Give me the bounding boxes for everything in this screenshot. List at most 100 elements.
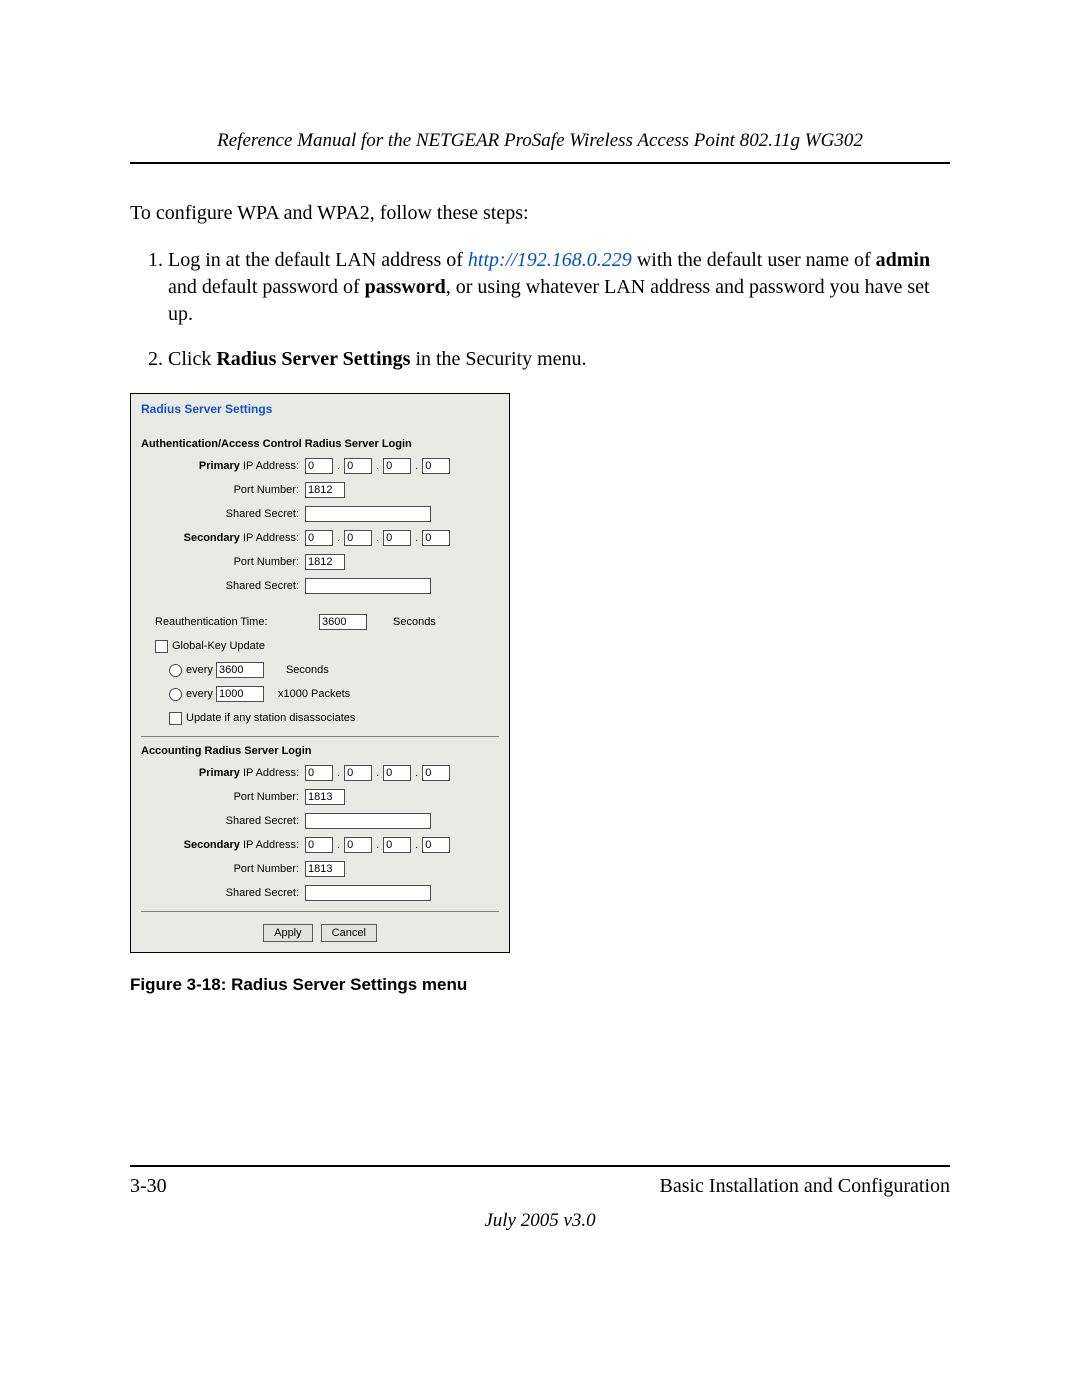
step1-pre: Log in at the default LAN address of — [168, 249, 468, 271]
acct-primary-label: Primary — [199, 767, 240, 779]
step2-pre: Click — [168, 348, 216, 370]
acct-secondary-port-input[interactable] — [305, 861, 345, 877]
primary-label: Primary — [199, 460, 240, 472]
acct-primary-ip-row: Primary IP Address: . . . — [131, 761, 509, 785]
auth-secondary-secret-row: Shared Secret: — [131, 574, 509, 598]
auth-primary-ip-oct3[interactable] — [383, 458, 411, 474]
panel-title: Radius Server Settings — [131, 394, 509, 434]
acct-secondary-label-suffix: IP Address: — [240, 839, 299, 851]
seconds-label: Seconds — [393, 616, 436, 628]
auth-section-header: Authentication/Access Control Radius Ser… — [131, 434, 509, 454]
auth-primary-ip-oct2[interactable] — [344, 458, 372, 474]
acct-primary-port-input[interactable] — [305, 789, 345, 805]
section-title: Basic Installation and Configuration — [660, 1175, 951, 1198]
acct-port-label: Port Number: — [141, 791, 305, 803]
cancel-button[interactable]: Cancel — [321, 924, 377, 942]
auth-secondary-ip-row: Secondary IP Address: . . . — [131, 526, 509, 550]
lan-link[interactable]: http://192.168.0.229 — [468, 249, 632, 271]
acct-port-label-2: Port Number: — [141, 863, 305, 875]
doc-header: Reference Manual for the NETGEAR ProSafe… — [130, 130, 950, 164]
disassoc-row: Update if any station disassociates — [131, 706, 509, 730]
step1-admin: admin — [876, 249, 930, 271]
auth-secondary-ip-oct1[interactable] — [305, 530, 333, 546]
acct-primary-secret-input[interactable] — [305, 813, 431, 829]
acct-secret-label: Shared Secret: — [141, 815, 305, 827]
port-label-2: Port Number: — [141, 556, 305, 568]
auth-secondary-port-input[interactable] — [305, 554, 345, 570]
auth-secondary-secret-input[interactable] — [305, 578, 431, 594]
auth-secondary-ip-oct3[interactable] — [383, 530, 411, 546]
gk-seconds-row: every Seconds — [131, 658, 509, 682]
acct-secondary-secret-row: Shared Secret: — [131, 881, 509, 905]
acct-secondary-secret-input[interactable] — [305, 885, 431, 901]
gk-seconds-input[interactable] — [216, 662, 264, 678]
every-label-2: every — [186, 688, 213, 700]
step2-bold: Radius Server Settings — [216, 348, 410, 370]
steps-list: Log in at the default LAN address of htt… — [130, 247, 950, 373]
auth-primary-ip-oct4[interactable] — [422, 458, 450, 474]
step1-pwd: password — [365, 276, 446, 298]
auth-secondary-port-row: Port Number: — [131, 550, 509, 574]
acct-secondary-ip-oct1[interactable] — [305, 837, 333, 853]
gk-packets-radio[interactable] — [169, 688, 182, 701]
step-1: Log in at the default LAN address of htt… — [168, 247, 950, 328]
intro-text: To configure WPA and WPA2, follow these … — [130, 200, 950, 227]
gk-packets-unit: x1000 Packets — [278, 688, 350, 700]
gk-packets-row: every x1000 Packets — [131, 682, 509, 706]
radius-settings-screenshot: Radius Server Settings Authentication/Ac… — [130, 393, 510, 953]
auth-secondary-ip-oct4[interactable] — [422, 530, 450, 546]
acct-primary-ip-oct2[interactable] — [344, 765, 372, 781]
divider — [141, 736, 499, 737]
step2-post: in the Security menu. — [410, 348, 586, 370]
auth-primary-port-row: Port Number: — [131, 478, 509, 502]
page-number: 3-30 — [130, 1175, 167, 1198]
acct-primary-port-row: Port Number: — [131, 785, 509, 809]
acct-secondary-label: Secondary — [184, 839, 240, 851]
acct-primary-ip-oct4[interactable] — [422, 765, 450, 781]
figure-caption: Figure 3-18: Radius Server Settings menu — [130, 975, 950, 995]
acct-secondary-ip-row: Secondary IP Address: . . . — [131, 833, 509, 857]
acct-primary-label-suffix: IP Address: — [240, 767, 299, 779]
disassoc-label: Update if any station disassociates — [186, 712, 355, 724]
acct-secondary-port-row: Port Number: — [131, 857, 509, 881]
globalkey-checkbox[interactable] — [155, 640, 168, 653]
step-2: Click Radius Server Settings in the Secu… — [168, 346, 950, 373]
acct-secondary-ip-oct3[interactable] — [383, 837, 411, 853]
auth-primary-secret-input[interactable] — [305, 506, 431, 522]
footer-date: July 2005 v3.0 — [130, 1210, 950, 1232]
acct-primary-ip-oct1[interactable] — [305, 765, 333, 781]
auth-primary-ip-row: Primary IP Address: . . . — [131, 454, 509, 478]
gk-seconds-radio[interactable] — [169, 664, 182, 677]
acct-primary-ip-oct3[interactable] — [383, 765, 411, 781]
globalkey-row: Global-Key Update — [131, 634, 509, 658]
primary-label-suffix: IP Address: — [240, 460, 299, 472]
footer-rule — [130, 1165, 950, 1167]
reauth-time-input[interactable] — [319, 614, 367, 630]
gk-packets-input[interactable] — [216, 686, 264, 702]
acct-secondary-ip-oct2[interactable] — [344, 837, 372, 853]
port-label: Port Number: — [141, 484, 305, 496]
auth-primary-ip-oct1[interactable] — [305, 458, 333, 474]
apply-button[interactable]: Apply — [263, 924, 313, 942]
disassoc-checkbox[interactable] — [169, 712, 182, 725]
button-bar: Apply Cancel — [131, 924, 509, 942]
acct-section-header: Accounting Radius Server Login — [131, 741, 509, 761]
reauth-row: Reauthentication Time: Seconds — [131, 610, 509, 634]
acct-secret-label-2: Shared Secret: — [141, 887, 305, 899]
divider-2 — [141, 911, 499, 912]
secret-label-2: Shared Secret: — [141, 580, 305, 592]
every-label-1: every — [186, 664, 213, 676]
acct-primary-secret-row: Shared Secret: — [131, 809, 509, 833]
step1-mid2: and default password of — [168, 276, 365, 298]
auth-primary-port-input[interactable] — [305, 482, 345, 498]
secret-label: Shared Secret: — [141, 508, 305, 520]
secondary-label-suffix: IP Address: — [240, 532, 299, 544]
auth-secondary-ip-oct2[interactable] — [344, 530, 372, 546]
auth-primary-secret-row: Shared Secret: — [131, 502, 509, 526]
reauth-label: Reauthentication Time: — [141, 616, 319, 628]
acct-secondary-ip-oct4[interactable] — [422, 837, 450, 853]
secondary-label: Secondary — [184, 532, 240, 544]
globalkey-label: Global-Key Update — [172, 640, 265, 652]
step1-mid: with the default user name of — [632, 249, 876, 271]
gk-seconds-unit: Seconds — [286, 664, 329, 676]
